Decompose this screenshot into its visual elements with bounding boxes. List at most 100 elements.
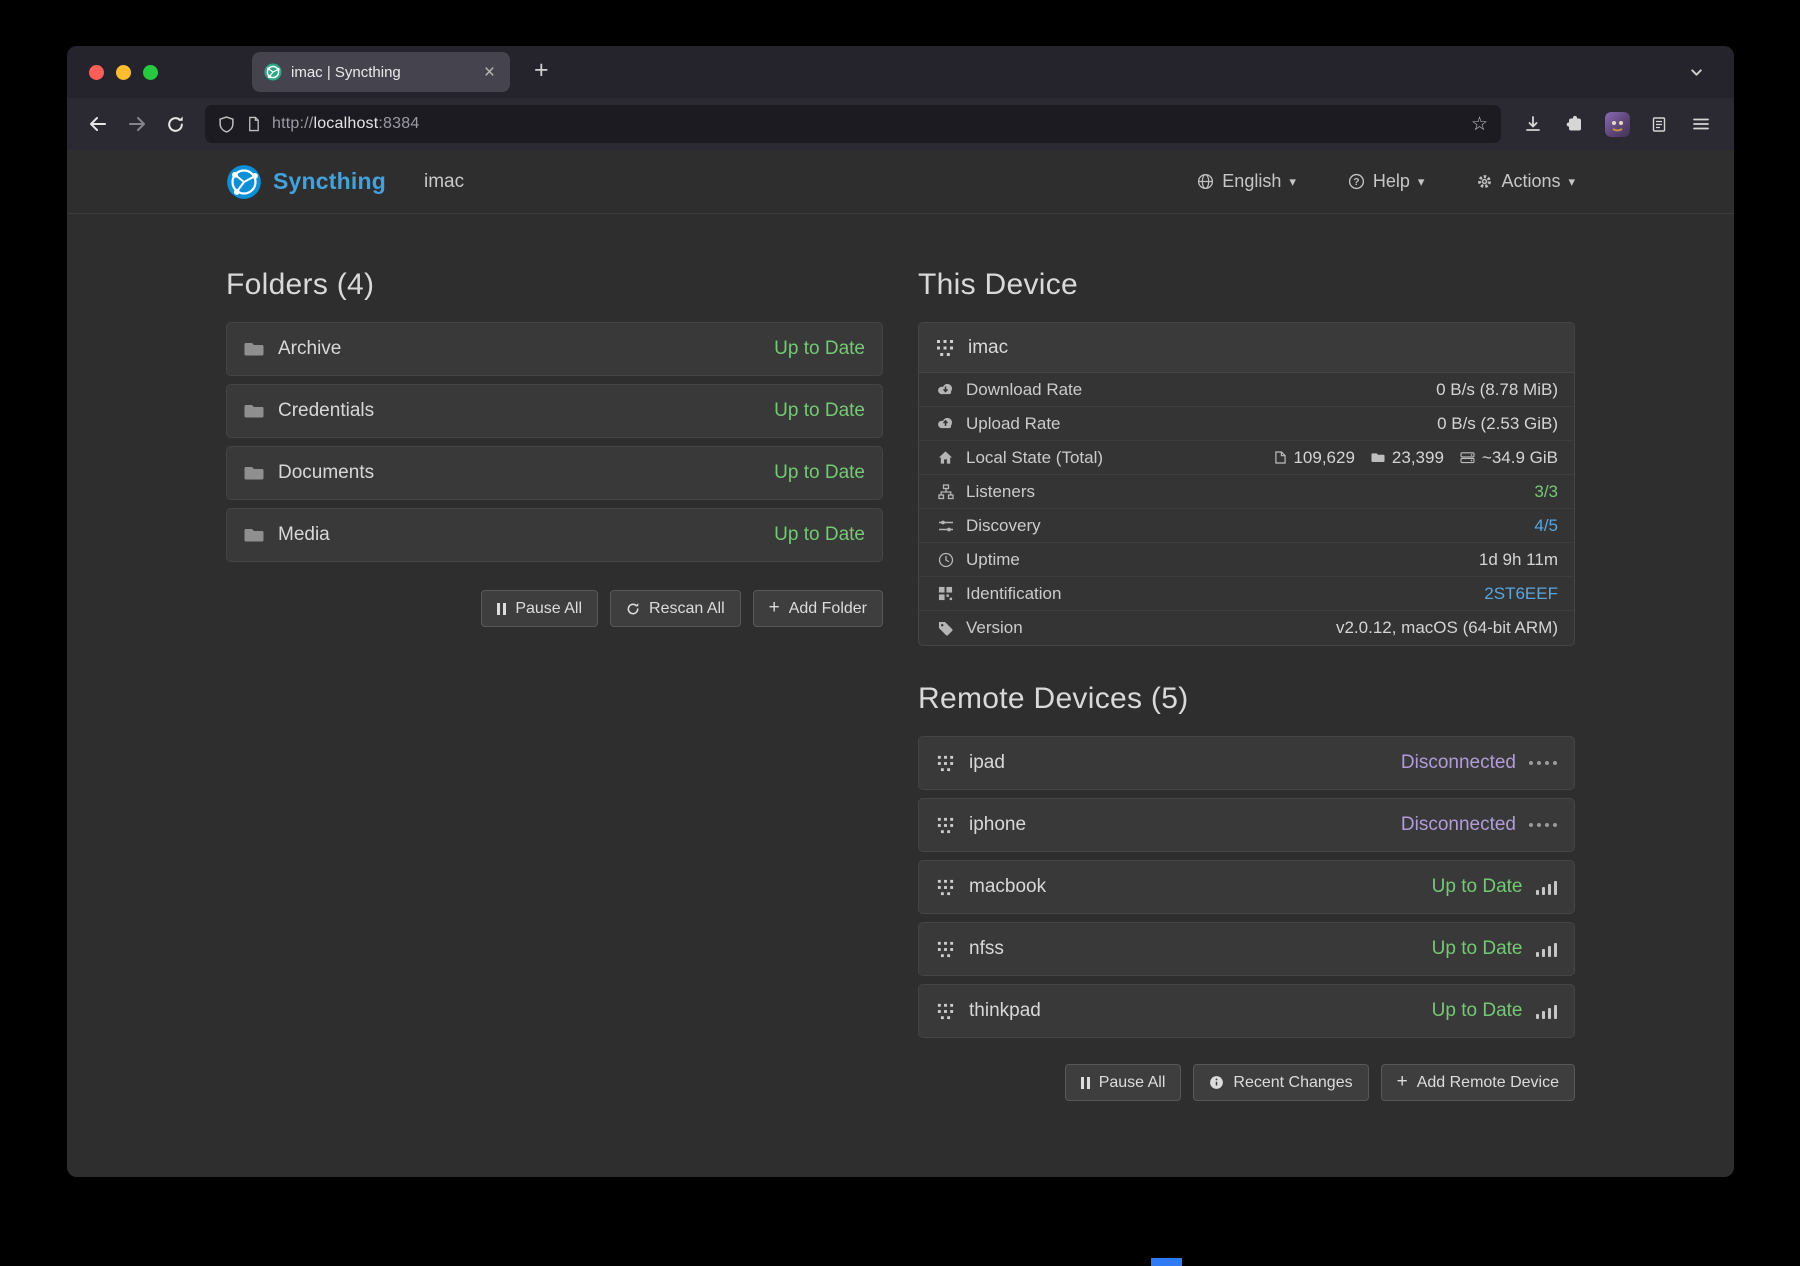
local-size: ~34.9 GiB — [1460, 448, 1558, 468]
tab-list-chevron-icon[interactable] — [1683, 59, 1710, 86]
folder-row[interactable]: Documents Up to Date — [226, 446, 883, 500]
gear-icon — [1476, 173, 1493, 190]
listeners-row: Listeners 3/3 — [919, 475, 1574, 509]
folder-status: Up to Date — [774, 338, 865, 360]
device-identicon-icon — [935, 338, 955, 358]
disconnected-dots-icon — [1529, 756, 1557, 771]
local-state-row: Local State (Total) 109,629 23,399 — [919, 441, 1574, 475]
url-text: http://localhost:8384 — [272, 115, 419, 133]
page-info-icon[interactable] — [246, 116, 261, 132]
sitemap-icon — [935, 484, 956, 500]
folder-row[interactable]: Credentials Up to Date — [226, 384, 883, 438]
remote-device-row[interactable]: nfss Up to Date — [918, 922, 1575, 976]
browser-tab[interactable]: imac | Syncthing × — [252, 52, 510, 92]
remote-device-row[interactable]: ipad Disconnected — [918, 736, 1575, 790]
device-identicon-icon — [936, 878, 955, 897]
hamburger-menu-button[interactable] — [1684, 107, 1718, 141]
window-zoom-button[interactable] — [143, 65, 158, 80]
folders-title: Folders (4) — [226, 268, 883, 302]
add-remote-device-button[interactable]: + Add Remote Device — [1381, 1064, 1575, 1101]
language-menu[interactable]: English ▾ — [1197, 171, 1296, 192]
device-identicon-icon — [936, 816, 955, 835]
add-folder-button[interactable]: + Add Folder — [753, 590, 883, 627]
pause-icon — [1081, 1077, 1090, 1089]
folder-icon — [244, 403, 264, 419]
uptime-row: Uptime 1d 9h 11m — [919, 543, 1574, 577]
cloud-upload-icon — [935, 417, 956, 430]
tracking-shield-icon[interactable] — [218, 116, 235, 133]
recent-changes-button[interactable]: Recent Changes — [1193, 1064, 1368, 1101]
background-window-sliver — [1151, 1258, 1182, 1266]
downloads-button[interactable] — [1516, 107, 1550, 141]
current-device-name: imac — [424, 171, 464, 193]
devices-column: This Device imac Download Rate 0 B/s ( — [918, 268, 1575, 1101]
window-close-button[interactable] — [89, 65, 104, 80]
browser-nav-bar: http://localhost:8384 ☆ — [67, 98, 1734, 150]
folder-status: Up to Date — [774, 462, 865, 484]
extensions-puzzle-button[interactable] — [1558, 107, 1592, 141]
identification-row: Identification 2ST6EEF — [919, 577, 1574, 611]
device-identicon-icon — [936, 1002, 955, 1021]
remote-device-row[interactable]: thinkpad Up to Date — [918, 984, 1575, 1038]
this-device-header[interactable]: imac — [919, 323, 1574, 373]
window-controls — [83, 65, 166, 80]
tab-close-icon[interactable]: × — [481, 63, 498, 82]
info-circle-icon — [1209, 1075, 1224, 1090]
globe-icon — [1197, 173, 1214, 190]
device-status: Up to Date — [1432, 938, 1523, 960]
clock-icon — [935, 552, 956, 568]
folder-row[interactable]: Media Up to Date — [226, 508, 883, 562]
sliders-icon — [935, 518, 956, 534]
syncthing-logo-icon — [226, 164, 262, 200]
device-status: Up to Date — [1432, 876, 1523, 898]
bookmark-star-icon[interactable]: ☆ — [1471, 115, 1488, 134]
tag-icon — [935, 621, 956, 636]
address-bar[interactable]: http://localhost:8384 ☆ — [205, 105, 1501, 143]
actions-menu[interactable]: Actions ▾ — [1476, 171, 1575, 192]
device-status: Disconnected — [1401, 752, 1516, 774]
reader-document-button[interactable] — [1642, 107, 1676, 141]
qr-code-icon — [935, 586, 956, 601]
syncthing-brand[interactable]: Syncthing — [226, 164, 386, 200]
pause-all-devices-button[interactable]: Pause All — [1065, 1064, 1182, 1101]
plus-icon: + — [769, 598, 780, 617]
device-identicon-icon — [936, 940, 955, 959]
device-status: Disconnected — [1401, 814, 1516, 836]
header-menus: English ▾ ? Help ▾ Actions — [1197, 171, 1575, 192]
help-menu[interactable]: ? Help ▾ — [1348, 171, 1425, 192]
desktop-background: { "glyphs": { "close_tab": "×", "new_tab… — [0, 0, 1800, 1266]
discovery-row: Discovery 4/5 — [919, 509, 1574, 543]
folder-status: Up to Date — [774, 524, 865, 546]
extension-icon[interactable] — [1600, 107, 1634, 141]
chevron-down-icon: ▾ — [1568, 174, 1575, 190]
browser-tab-bar: imac | Syncthing × + — [67, 46, 1734, 98]
device-id-link[interactable]: 2ST6EEF — [1484, 584, 1558, 604]
help-circle-icon: ? — [1348, 173, 1365, 190]
remote-devices-title: Remote Devices (5) — [918, 682, 1575, 716]
device-identicon-icon — [936, 754, 955, 773]
remote-device-row[interactable]: iphone Disconnected — [918, 798, 1575, 852]
chevron-down-icon: ▾ — [1289, 174, 1296, 190]
svg-text:?: ? — [1353, 177, 1359, 188]
local-directories-count: 23,399 — [1371, 448, 1444, 468]
main-content: Folders (4) Archive Up to Date Credentia… — [226, 214, 1575, 1177]
plus-icon: + — [1397, 1072, 1408, 1091]
reload-button[interactable] — [157, 106, 194, 142]
forward-button[interactable] — [118, 106, 155, 142]
version-row: Version v2.0.12, macOS (64-bit ARM) — [919, 611, 1574, 645]
back-button[interactable] — [79, 106, 116, 142]
pause-all-folders-button[interactable]: Pause All — [481, 590, 598, 627]
window-minimize-button[interactable] — [116, 65, 131, 80]
syncthing-header: Syncthing imac English ▾ ? — [67, 150, 1734, 214]
refresh-icon — [626, 602, 640, 616]
folder-icon — [1371, 452, 1385, 463]
tab-title: imac | Syncthing — [291, 64, 472, 81]
new-tab-button[interactable]: + — [526, 58, 557, 86]
download-rate-row: Download Rate 0 B/s (8.78 MiB) — [919, 373, 1574, 407]
folder-icon — [244, 527, 264, 543]
folder-row[interactable]: Archive Up to Date — [226, 322, 883, 376]
rescan-all-button[interactable]: Rescan All — [610, 590, 741, 627]
remote-device-row[interactable]: macbook Up to Date — [918, 860, 1575, 914]
this-device-title: This Device — [918, 268, 1575, 302]
folder-status: Up to Date — [774, 400, 865, 422]
